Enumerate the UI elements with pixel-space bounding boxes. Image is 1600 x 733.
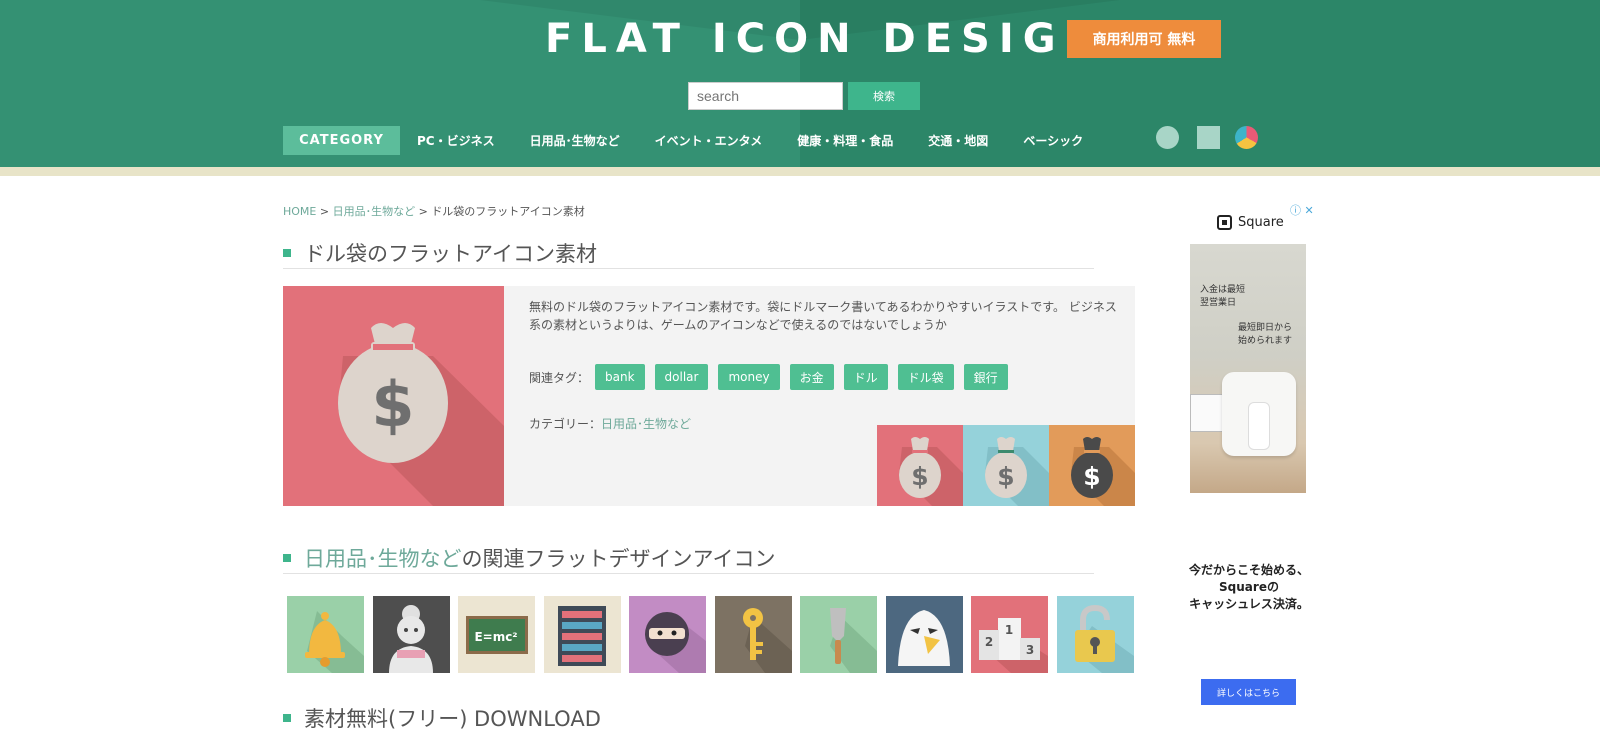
svg-text:$: $ bbox=[997, 462, 1014, 491]
category-nav: CATEGORY PC・ビジネス 日用品･生物など イベント・エンタメ 健康・料… bbox=[283, 125, 1118, 155]
related-icons: E=mc² 1 2 3 bbox=[287, 596, 1142, 673]
heading-marker bbox=[283, 714, 291, 722]
breadcrumb: HOME > 日用品･生物など > ドル袋のフラットアイコン素材 bbox=[283, 203, 585, 219]
ad-copy: 今だからこそ始める、 Squareの キャッシュレス決済。 bbox=[1189, 562, 1309, 613]
eagle-icon[interactable] bbox=[885, 596, 963, 673]
blackboard-icon[interactable]: E=mc² bbox=[458, 596, 535, 673]
breadcrumb-home[interactable]: HOME bbox=[283, 205, 316, 218]
nav-item-daily-goods[interactable]: 日用品･生物など bbox=[530, 132, 620, 149]
multicolor-swatch-icon[interactable] bbox=[1235, 126, 1258, 149]
tag-dollar[interactable]: dollar bbox=[654, 364, 709, 390]
ad-note-1: 入金は最短 翌営業日 bbox=[1200, 284, 1245, 310]
server-rack-icon[interactable] bbox=[543, 596, 621, 673]
receipt-image bbox=[1190, 394, 1224, 432]
ad-copy-line-3: キャッシュレス決済。 bbox=[1189, 597, 1309, 611]
breadcrumb-current: ドル袋のフラットアイコン素材 bbox=[431, 205, 585, 218]
nav-item-health-food[interactable]: 健康・料理・食品 bbox=[797, 132, 893, 149]
nav-category-label[interactable]: CATEGORY bbox=[283, 125, 400, 155]
search-button[interactable]: 検索 bbox=[848, 82, 920, 110]
page-title-text: ドル袋のフラットアイコン素材 bbox=[304, 242, 597, 266]
ad-note-1-line-1: 入金は最短 bbox=[1200, 285, 1246, 295]
breadcrumb-separator: > bbox=[319, 205, 330, 218]
icon-detail-card: $ 無料のドル袋のフラットアイコン素材です。袋にドルマーク書いてあるわかりやすい… bbox=[283, 286, 1135, 506]
card-reader-image bbox=[1222, 372, 1296, 456]
category-line: カテゴリー：日用品･生物など bbox=[529, 415, 691, 432]
nav-item-basic[interactable]: ベーシック bbox=[1023, 132, 1083, 149]
padlock-icon[interactable] bbox=[1056, 596, 1134, 673]
category-link[interactable]: 日用品･生物など bbox=[601, 417, 691, 431]
grandma-icon[interactable] bbox=[372, 596, 450, 673]
ad-copy-line-2: Squareの bbox=[1219, 580, 1279, 594]
tag-ginko[interactable]: 銀行 bbox=[963, 364, 1008, 390]
svg-text:$: $ bbox=[371, 368, 414, 441]
svg-text:$: $ bbox=[1083, 462, 1100, 491]
ad-brand-name: Square bbox=[1238, 215, 1284, 230]
tag-okane[interactable]: お金 bbox=[789, 364, 834, 390]
money-bag-main-icon[interactable]: $ bbox=[283, 286, 504, 506]
category-label: カテゴリー： bbox=[529, 417, 602, 431]
page-title: ドル袋のフラットアイコン素材 bbox=[283, 238, 597, 268]
money-bag-pink-variant-icon[interactable]: $ bbox=[877, 425, 963, 506]
svg-text:$: $ bbox=[911, 462, 928, 491]
header-divider bbox=[0, 167, 1600, 176]
site-header: FLAT ICON DESIGN 商用利用可 無料 検索 CATEGORY PC… bbox=[0, 0, 1600, 167]
commercial-use-badge: 商用利用可 無料 bbox=[1067, 20, 1221, 58]
site-logo[interactable]: FLAT ICON DESIGN bbox=[545, 14, 1107, 64]
nav-item-event-entertainment[interactable]: イベント・エンタメ bbox=[655, 132, 763, 149]
trowel-icon[interactable] bbox=[800, 596, 877, 673]
tag-dorubukuro[interactable]: ドル袋 bbox=[897, 364, 954, 390]
ad-close-icon[interactable]: ⓘ ✕ bbox=[1290, 202, 1314, 218]
tag-list: 関連タグ： bank dollar money お金 ドル ドル袋 銀行 bbox=[529, 364, 1018, 390]
money-bag-orange-variant-icon[interactable]: $ bbox=[1049, 425, 1135, 506]
ad-note-1-line-2: 翌営業日 bbox=[1200, 298, 1237, 308]
ad-note-2-line-1: 最短即日から bbox=[1238, 323, 1293, 333]
color-variants: $ $ $ bbox=[877, 425, 1135, 506]
tag-doru[interactable]: ドル bbox=[843, 364, 888, 390]
svg-text:2: 2 bbox=[985, 635, 993, 649]
podium-icon[interactable]: 1 2 3 bbox=[971, 596, 1048, 673]
breadcrumb-separator: > bbox=[418, 205, 428, 218]
download-heading-text: 素材無料(フリー) DOWNLOAD bbox=[304, 707, 601, 731]
related-category-link[interactable]: 日用品･生物など bbox=[304, 547, 462, 571]
ad-note-2: 最短即日から 始められます bbox=[1238, 322, 1292, 348]
ninja-icon[interactable] bbox=[629, 596, 706, 673]
tag-bank[interactable]: bank bbox=[595, 364, 645, 390]
square-swatch-icon[interactable] bbox=[1197, 126, 1220, 149]
search-input[interactable] bbox=[688, 82, 843, 110]
heading-marker bbox=[283, 554, 291, 562]
heading-marker bbox=[283, 249, 291, 257]
ad-note-2-line-2: 始められます bbox=[1238, 336, 1293, 346]
related-heading-text: の関連フラットデザインアイコン bbox=[461, 547, 776, 571]
ad-cta-button[interactable]: 詳しくはこちら bbox=[1201, 679, 1296, 705]
nav-item-transport-map[interactable]: 交通・地図 bbox=[928, 132, 988, 149]
svg-text:3: 3 bbox=[1026, 643, 1034, 657]
svg-text:1: 1 bbox=[1005, 623, 1013, 637]
circle-swatch-icon[interactable] bbox=[1156, 126, 1179, 149]
ad-image[interactable]: 入金は最短翌営業日 最短即日から 始められます bbox=[1190, 244, 1306, 493]
bell-icon[interactable] bbox=[287, 596, 364, 673]
blackboard-text: E=mc² bbox=[474, 630, 517, 644]
money-bag-blue-variant-icon[interactable]: $ bbox=[963, 425, 1049, 506]
breadcrumb-category[interactable]: 日用品･生物など bbox=[333, 205, 416, 218]
ad-brand[interactable]: Square bbox=[1217, 215, 1284, 230]
key-icon[interactable] bbox=[714, 596, 792, 673]
square-logo-icon bbox=[1217, 215, 1232, 230]
related-heading: 日用品･生物などの関連フラットデザインアイコン bbox=[283, 543, 775, 573]
related-underline bbox=[283, 573, 1094, 574]
tags-label: 関連タグ： bbox=[529, 370, 590, 385]
nav-item-pc-business[interactable]: PC・ビジネス bbox=[417, 132, 495, 149]
icon-description: 無料のドル袋のフラットアイコン素材です。袋にドルマーク書いてあるわかりやすいイラ… bbox=[529, 300, 1117, 332]
ad-copy-line-1: 今だからこそ始める、 bbox=[1189, 563, 1310, 577]
download-heading: 素材無料(フリー) DOWNLOAD bbox=[283, 703, 601, 733]
tag-money[interactable]: money bbox=[718, 364, 780, 390]
title-underline bbox=[283, 268, 1094, 269]
